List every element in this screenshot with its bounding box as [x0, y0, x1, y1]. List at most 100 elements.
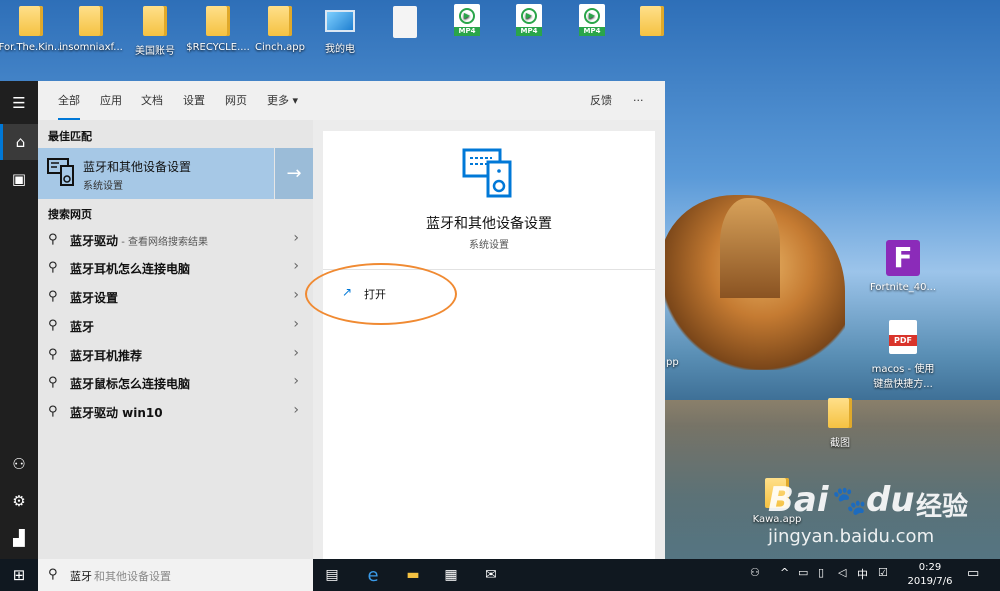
tab-settings[interactable]: 设置	[183, 81, 205, 120]
best-match-arrow-button[interactable]: →	[275, 148, 313, 199]
devices-large-icon	[462, 148, 512, 198]
folder-icon	[143, 6, 167, 36]
chevron-down-icon: ▾	[292, 94, 299, 107]
wallpaper-rock-spire	[720, 198, 780, 298]
search-input[interactable]: ⚲ 蓝牙 和其他设备设置	[38, 559, 313, 591]
home-icon[interactable]: ⌂	[0, 124, 38, 160]
paw-icon: 🐾	[832, 484, 867, 517]
desktop-icon-mp4[interactable]: ▶ MP4	[494, 4, 564, 42]
chevron-right-icon: ›	[293, 287, 299, 303]
search-typed-text: 蓝牙	[70, 570, 92, 583]
web-result-text: 蓝牙设置	[70, 291, 119, 305]
watermark-url: jingyan.baidu.com	[768, 526, 935, 547]
search-icon: ⚲	[48, 375, 58, 390]
user-icon[interactable]: ⚇	[0, 446, 38, 482]
mp4-tag: MP4	[454, 27, 480, 36]
store-icon[interactable]: ▦	[432, 559, 470, 591]
chevron-right-icon: ›	[293, 316, 299, 332]
tab-documents[interactable]: 文档	[141, 81, 163, 120]
feedback-button[interactable]: 反馈	[590, 81, 612, 120]
web-result-item[interactable]: ⚲ 蓝牙耳机怎么连接电脑 ›	[38, 254, 313, 282]
desktop-icon-fortnite[interactable]: F Fortnite_40...	[868, 240, 938, 293]
windows-start-button[interactable]: ⊞	[0, 559, 38, 591]
preview-subtitle: 系统设置	[469, 240, 509, 251]
web-result-item[interactable]: ⚲ 蓝牙 ›	[38, 312, 313, 340]
tab-more[interactable]: 更多 ▾	[267, 81, 298, 120]
search-icon: ⚲	[48, 347, 58, 362]
gear-icon[interactable]: ⚙	[0, 483, 38, 519]
baidu-watermark: Bai 🐾 du 经验 jingyan.baidu.com	[768, 480, 998, 580]
desktop-icon-label-partial: pp	[666, 357, 679, 368]
chevron-right-icon: ›	[293, 230, 299, 246]
web-result-text: 蓝牙驱动	[70, 234, 119, 248]
chevron-right-icon: ›	[293, 258, 299, 274]
watermark-brand: Bai	[768, 480, 829, 520]
web-result-item[interactable]: ⚲ 蓝牙耳机推荐 ›	[38, 341, 313, 369]
desktop-icon-label: 截图	[830, 438, 850, 449]
web-result-text: 蓝牙耳机推荐	[70, 349, 143, 363]
devices-icon	[47, 158, 74, 186]
chevron-right-icon: ›	[293, 373, 299, 389]
search-icon: ⚲	[48, 232, 58, 247]
web-result-text: 蓝牙鼠标怎么连接电脑	[70, 377, 191, 391]
edge-browser-icon[interactable]: e	[354, 559, 392, 591]
best-match-item[interactable]: 蓝牙和其他设备设置 系统设置	[38, 148, 274, 199]
desktop-icon-label: insomniaxf...	[59, 42, 123, 53]
pdf-icon: PDF	[889, 320, 917, 354]
desktop-icon-mp4[interactable]: ▶ MP4	[432, 4, 502, 42]
watermark-cn: 经验	[916, 492, 969, 522]
desktop-icon-folder[interactable]: insomniaxf...	[56, 6, 126, 53]
desktop-icon-folder[interactable]: 截图	[805, 398, 875, 449]
search-icon: ⚲	[48, 404, 58, 419]
best-match-title: 蓝牙和其他设备设置	[83, 160, 192, 174]
start-menu-rail: ☰ ⌂ ▣ ⚇ ⚙ ▟	[0, 81, 38, 559]
desktop-icon-folder[interactable]	[617, 6, 687, 42]
fortnite-icon: F	[886, 240, 920, 276]
desktop-icon-pdf[interactable]: PDF macos - 使用 键盘快捷方...	[868, 320, 938, 390]
best-match-subtitle: 系统设置	[83, 181, 123, 192]
search-icon: ⚲	[48, 289, 58, 304]
document-icon[interactable]: ▣	[0, 161, 38, 197]
web-result-text: 蓝牙驱动 win10	[70, 406, 163, 420]
hamburger-icon[interactable]: ☰	[0, 85, 38, 121]
desktop-icon-label: 我的电	[325, 44, 355, 55]
search-icon: ⚲	[48, 567, 58, 582]
file-explorer-icon[interactable]: ▬	[394, 559, 432, 591]
computer-icon	[325, 10, 355, 32]
web-result-item[interactable]: ⚲ 蓝牙设置 ›	[38, 283, 313, 311]
folder-icon	[828, 398, 852, 428]
search-icon: ⚲	[48, 318, 58, 333]
desktop-icon-folder[interactable]: 美国账号	[120, 6, 190, 57]
web-result-text: 蓝牙耳机怎么连接电脑	[70, 262, 191, 276]
folder-icon	[206, 6, 230, 36]
task-view-icon[interactable]: ▤	[313, 559, 351, 591]
desktop-icon-file[interactable]	[370, 6, 440, 44]
people-icon[interactable]: ⚇	[750, 566, 760, 579]
web-result-subtext: - 查看网络搜索结果	[118, 237, 208, 248]
web-result-item[interactable]: ⚲ 蓝牙驱动 win10 ›	[38, 398, 313, 426]
tab-all[interactable]: 全部	[58, 81, 80, 120]
desktop-icon-label: macos - 使用 键盘快捷方...	[871, 364, 935, 390]
folder-icon	[79, 6, 103, 36]
web-result-item[interactable]: ⚲ 蓝牙驱动 - 查看网络搜索结果 ›	[38, 226, 313, 254]
folder-icon	[640, 6, 664, 36]
video-file-icon: ▶ MP4	[454, 4, 480, 36]
mp4-tag: MP4	[516, 27, 542, 36]
web-result-item[interactable]: ⚲ 蓝牙鼠标怎么连接电脑 ›	[38, 369, 313, 397]
desktop-icon-computer[interactable]: 我的电	[305, 6, 375, 55]
file-icon	[393, 6, 417, 38]
windows-logo-icon: ⊞	[12, 566, 26, 584]
desktop-icon-folder[interactable]: $RECYCLE....	[183, 6, 253, 53]
desktop-icon-label: $RECYCLE....	[186, 42, 250, 53]
desktop-icon-label: 美国账号	[135, 46, 175, 57]
more-options-button[interactable]: ···	[633, 81, 644, 120]
photos-icon[interactable]: ▟	[0, 520, 38, 556]
watermark-brand-2: du	[866, 480, 915, 520]
tab-web[interactable]: 网页	[225, 81, 247, 120]
desktop-icon-label: Fortnite_40...	[870, 282, 936, 293]
tab-apps[interactable]: 应用	[100, 81, 122, 120]
mail-icon[interactable]: ✉	[472, 559, 510, 591]
chevron-right-icon: ›	[293, 345, 299, 361]
search-suggestion-text: 和其他设备设置	[94, 570, 171, 583]
mp4-tag: MP4	[579, 27, 605, 36]
